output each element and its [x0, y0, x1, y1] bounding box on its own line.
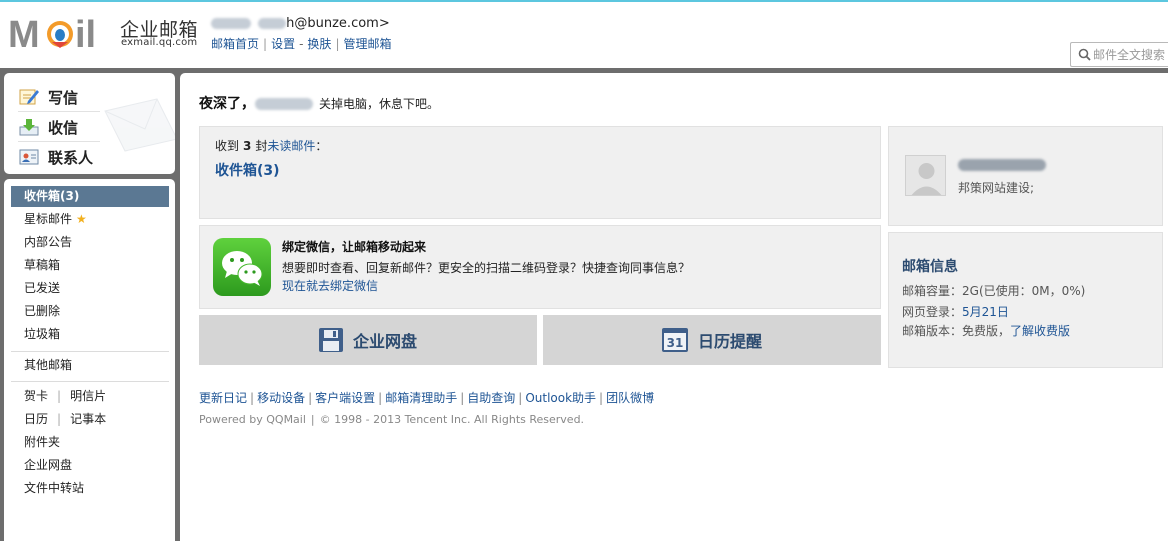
footer-link-outlook[interactable]: Outlook助手: [525, 391, 596, 405]
tools-row-cards: 贺卡 | 明信片: [24, 389, 107, 403]
wechat-title: 绑定微信，让邮箱移动起来: [282, 240, 427, 254]
last-login-date[interactable]: 5月21日: [962, 305, 1009, 319]
profile-signature: 邦策网站建设;: [958, 181, 1035, 195]
footer-links: 更新日记 | 移动设备 | 客户端设置 | 邮箱清理助手 | 自助查询 | Outlook助手 | 团队…: [199, 391, 655, 405]
powered-by: Powered by QQMail: [199, 413, 306, 426]
profile-panel: 邦策网站建设;: [888, 126, 1163, 226]
brand-domain: exmail.qq.com: [121, 37, 198, 48]
unread-summary: 收到 3 封未读邮件：: [215, 139, 328, 153]
greeting-tip: 关掉电脑，休息下吧。: [319, 97, 440, 111]
contacts-button[interactable]: 联系人: [18, 143, 102, 171]
compose-icon: [19, 89, 39, 105]
postcard-link[interactable]: 明信片: [70, 389, 106, 403]
folder-spam[interactable]: 垃圾箱: [11, 324, 169, 345]
folder-drafts[interactable]: 草稿箱: [11, 255, 169, 276]
attachments-link[interactable]: 附件夹: [24, 432, 60, 453]
last-login: 网页登录：5月21日: [902, 305, 1009, 319]
redacted-user: [258, 18, 287, 29]
bind-wechat-link[interactable]: 现在就去绑定微信: [282, 277, 378, 294]
copyright-text: © 1998 - 2013 Tencent Inc. All Rights Re…: [319, 413, 585, 426]
logo-penguin: [55, 29, 65, 41]
footer-link-self-service[interactable]: 自助查询: [467, 391, 515, 405]
star-icon: ★: [76, 212, 87, 226]
folder-sent[interactable]: 已发送: [11, 278, 169, 299]
default-avatar-icon: [911, 163, 942, 195]
avatar[interactable]: [905, 155, 946, 196]
contacts-label: 联系人: [48, 148, 94, 167]
mailbox-capacity: 邮箱容量：2G(已使用：0M，0%): [902, 284, 1086, 298]
unread-count: 3: [243, 139, 252, 153]
footer-link-changelog[interactable]: 更新日记: [199, 391, 247, 405]
main-content: 夜深了， 关掉电脑，休息下吧。 收到 3 封未读邮件： 收件箱(3) 绑定微信，…: [180, 73, 1168, 541]
unread-mail-link[interactable]: 未读邮件: [267, 139, 315, 153]
version-value: 免费版，: [962, 324, 1011, 338]
netdisk-button[interactable]: 企业网盘: [199, 315, 537, 365]
footer-link-weibo[interactable]: 团队微博: [606, 391, 654, 405]
redacted-user-name: [255, 98, 313, 110]
netdisk-button-label: 企业网盘: [352, 332, 417, 351]
envelope-decoration-icon: [104, 98, 175, 152]
logo-letters-il: il: [75, 14, 96, 52]
other-mailboxes[interactable]: 其他邮箱: [11, 355, 169, 376]
greeting-prefix: 夜深了，: [199, 96, 255, 112]
footer-link-mobile[interactable]: 移动设备: [257, 391, 305, 405]
receive-button[interactable]: 收信: [18, 113, 102, 141]
top-links: 邮箱首页 | 设置 - 换肤 | 管理邮箱: [211, 37, 392, 51]
settings-link[interactable]: 设置: [271, 37, 295, 51]
folder-starred[interactable]: 星标邮件 ★: [11, 209, 169, 230]
contacts-icon: [19, 149, 39, 165]
calendar-reminder-button[interactable]: 31 日历提醒: [543, 315, 881, 365]
search-box[interactable]: [1070, 42, 1168, 67]
inbox-link[interactable]: 收件箱(3): [215, 160, 280, 180]
quick-actions: 写信 收信 联系人: [4, 73, 175, 174]
capacity-value: 2G(已使用：0M，0%): [962, 284, 1086, 298]
account-domain: h@bunze.com>: [286, 16, 390, 31]
folder-deleted[interactable]: 已删除: [11, 301, 169, 322]
greeting-card-link[interactable]: 贺卡: [24, 389, 48, 403]
floppy-disk-icon: [318, 328, 343, 352]
calendar-button-label: 日历提醒: [697, 332, 762, 351]
wechat-description: 想要即时查看、回复新邮件？更安全的扫描二维码登录？快捷查询同事信息？: [282, 261, 691, 275]
header: M il 企业邮箱 exmail.qq.com h@bunze.com> 邮箱首…: [0, 2, 1168, 68]
folder-inbox[interactable]: 收件箱(3): [11, 186, 169, 207]
tools-row-calendar: 日历 | 记事本: [24, 412, 107, 426]
wechat-icon[interactable]: [213, 238, 271, 296]
receive-label: 收信: [48, 118, 79, 137]
search-icon: [1078, 48, 1091, 61]
skin-link[interactable]: 换肤: [307, 37, 331, 51]
mailbox-info-title: 邮箱信息: [902, 259, 958, 275]
redacted-name: [211, 18, 251, 29]
mailbox-home-link[interactable]: 邮箱首页: [211, 37, 259, 51]
calendar-link[interactable]: 日历: [24, 412, 48, 426]
mailbox-version: 邮箱版本：免费版，了解收费版: [902, 324, 1071, 338]
file-transfer-link[interactable]: 文件中转站: [24, 478, 84, 499]
folder-list: 收件箱(3) 星标邮件 ★ 内部公告 草稿箱 已发送 已删除 垃圾箱 其他邮箱 贺…: [4, 179, 175, 541]
profile-name-redacted: [958, 157, 1046, 171]
greeting: 夜深了， 关掉电脑，休息下吧。: [199, 93, 439, 113]
admin-link[interactable]: 管理邮箱: [343, 37, 391, 51]
compose-button[interactable]: 写信: [18, 83, 102, 111]
footer-link-client-settings[interactable]: 客户端设置: [315, 391, 375, 405]
folder-notice[interactable]: 内部公告: [11, 232, 169, 253]
wechat-bind-panel: 绑定微信，让邮箱移动起来 想要即时查看、回复新邮件？更安全的扫描二维码登录？快捷…: [199, 225, 881, 309]
mailbox-info-panel: 邮箱信息 邮箱容量：2G(已使用：0M，0%) 网页登录：5月21日 邮箱版本：…: [888, 232, 1163, 368]
compose-label: 写信: [48, 88, 79, 107]
account-address: h@bunze.com>: [211, 16, 390, 31]
logo-letter-m: M: [8, 14, 40, 52]
notes-link[interactable]: 记事本: [70, 412, 106, 426]
content-frame: 写信 收信 联系人 收件箱(3) 星标邮件 ★ 内部公告 草稿箱 已发送 已删除…: [0, 68, 1168, 541]
upgrade-link[interactable]: 了解收费版: [1010, 324, 1070, 338]
footer-link-cleanup[interactable]: 邮箱清理助手: [385, 391, 457, 405]
folder-starred-label: 星标邮件: [24, 212, 73, 226]
copyright: Powered by QQMail | © 1998 - 2013 Tencent …: [199, 413, 585, 426]
unread-panel: 收到 3 封未读邮件： 收件箱(3): [199, 126, 881, 219]
inbox-download-icon: [19, 119, 39, 136]
search-input[interactable]: [1093, 46, 1168, 64]
netdisk-link[interactable]: 企业网盘: [24, 455, 72, 476]
qq-mail-logo[interactable]: M il: [8, 14, 114, 52]
calendar-icon: 31: [661, 328, 688, 352]
calendar-day-number: 31: [667, 336, 684, 350]
